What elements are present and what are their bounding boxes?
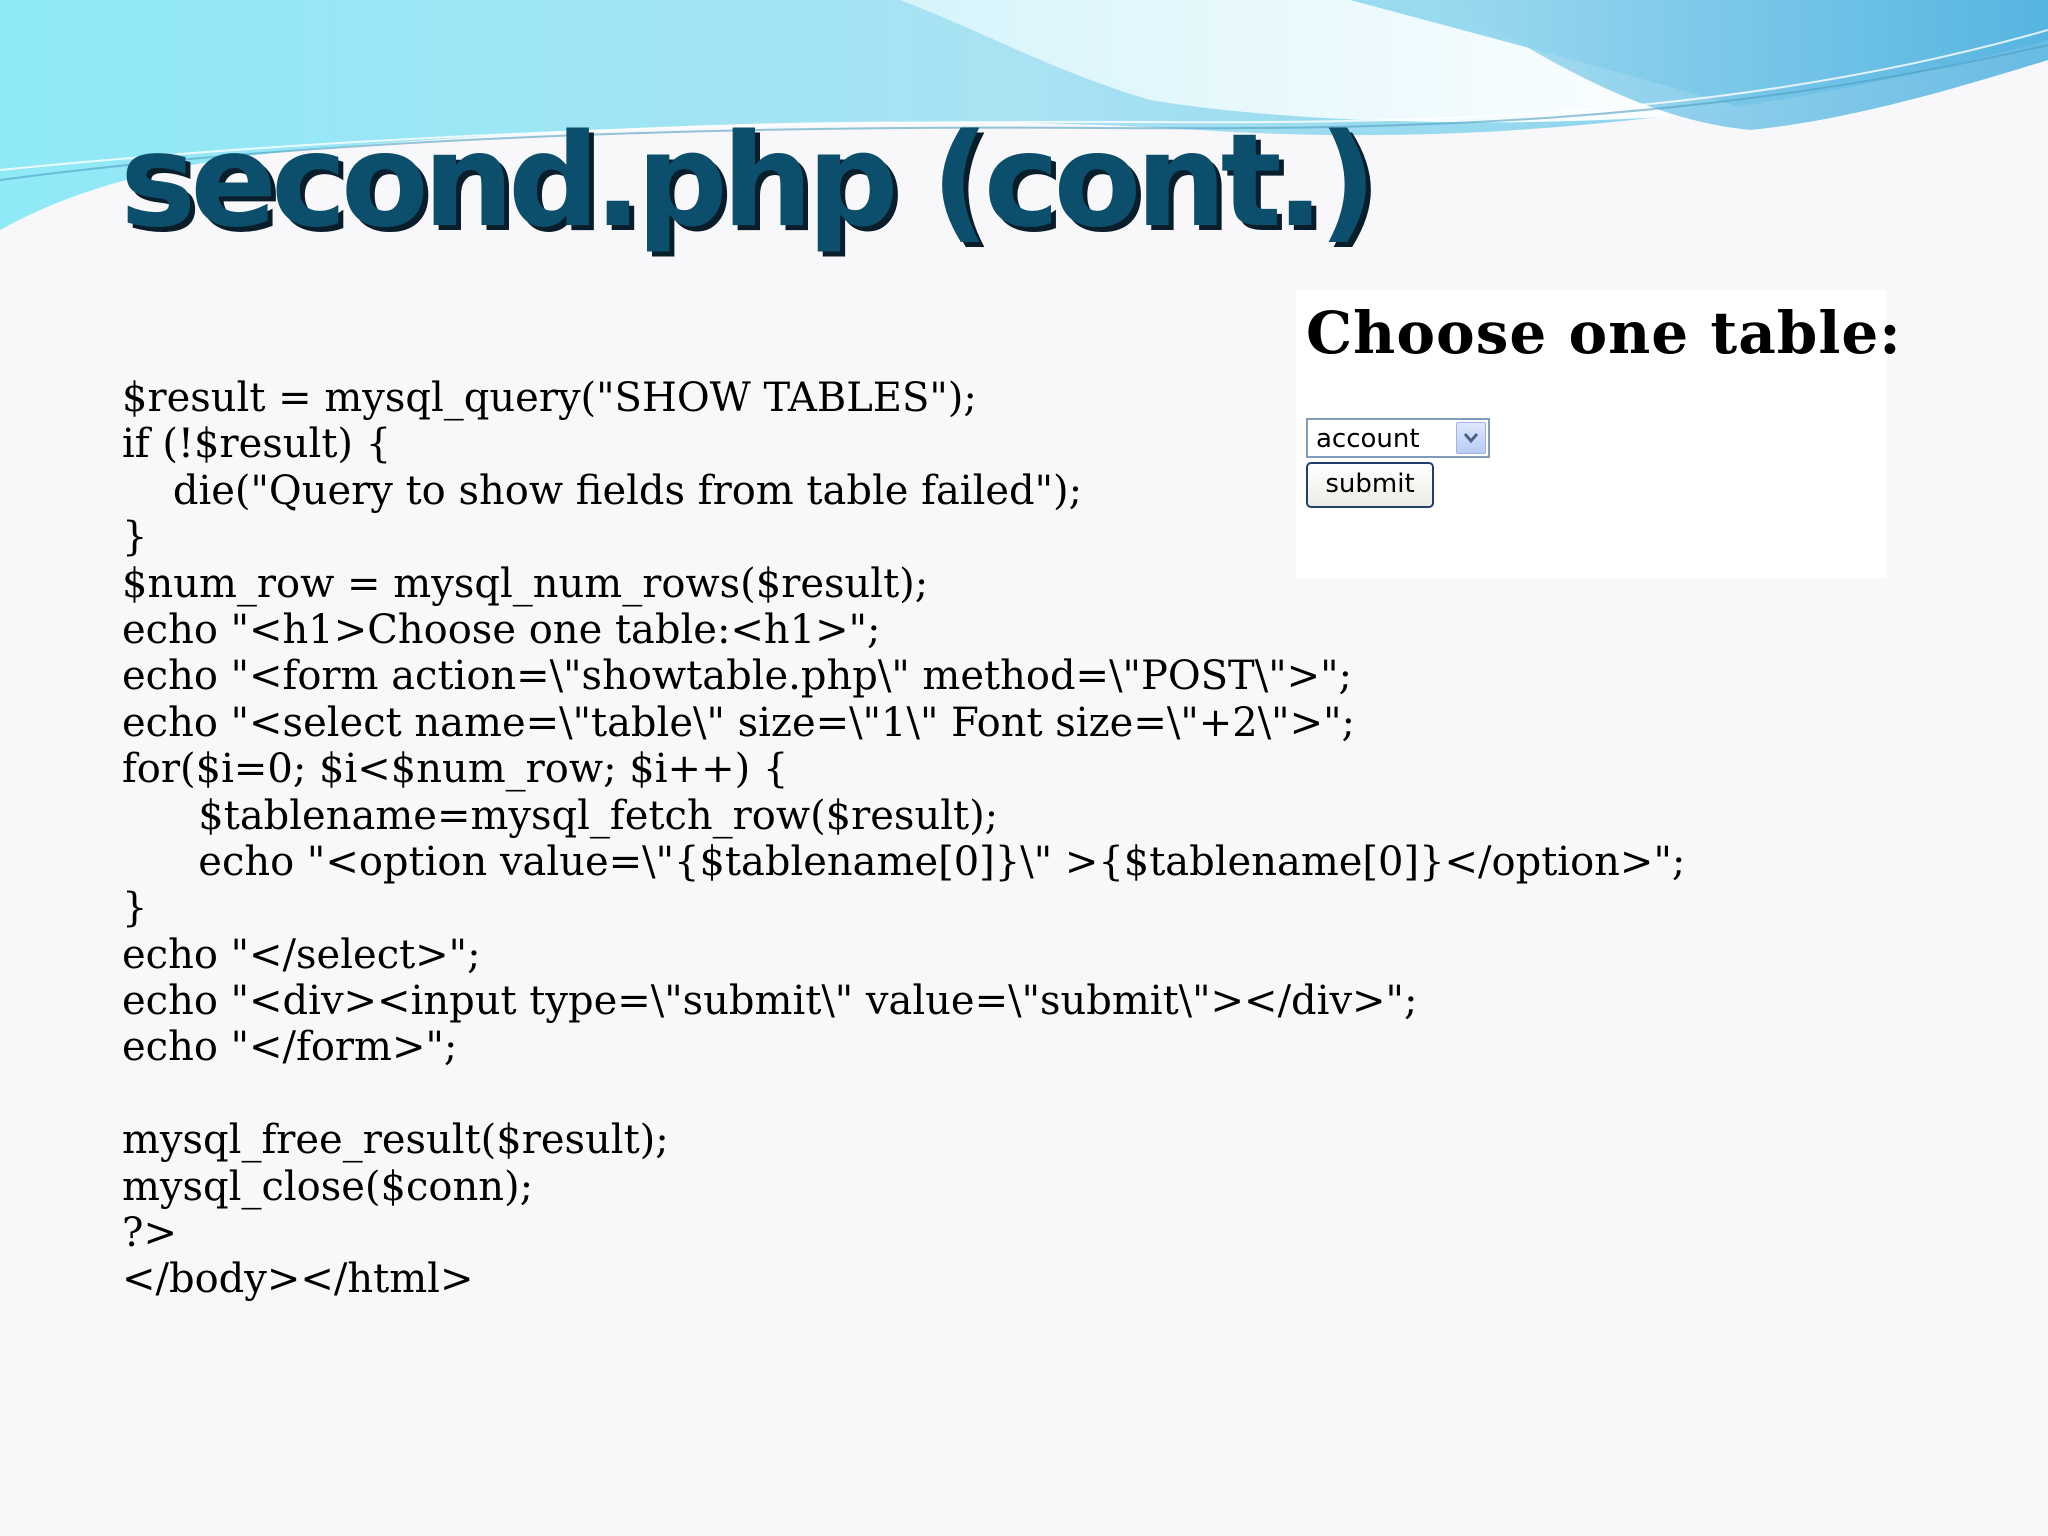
submit-button[interactable]: submit	[1306, 462, 1434, 508]
code-line: echo "<option value=\"{$tablename[0]}\" …	[122, 838, 1686, 885]
code-line: echo "<form action=\"showtable.php\" met…	[122, 653, 1352, 700]
code-line: </body></html>	[122, 1256, 474, 1303]
slide: second.php (cont.) $result = mysql_query…	[0, 0, 2048, 1536]
code-line: ?>	[122, 1210, 177, 1257]
code-line: echo "</form>";	[122, 1024, 458, 1071]
table-select[interactable]: account	[1306, 418, 1490, 458]
slide-title: second.php (cont.)	[120, 107, 1377, 256]
preview-heading: Choose one table:	[1306, 299, 1902, 367]
code-line: echo "</select>";	[122, 931, 481, 978]
code-line: }	[122, 885, 148, 932]
chevron-down-icon	[1463, 433, 1479, 444]
code-line: echo "<select name=\"table\" size=\"1\" …	[122, 699, 1355, 746]
code-line: for($i=0; $i<$num_row; $i++) {	[122, 746, 789, 793]
code-line: echo "<h1>Choose one table:<h1>";	[122, 606, 881, 653]
code-line: echo "<div><input type=\"submit\" value=…	[122, 978, 1418, 1025]
dropdown-button[interactable]	[1456, 422, 1486, 454]
code-line: $tablename=mysql_fetch_row($result);	[122, 792, 999, 839]
table-select-value: account	[1316, 424, 1420, 454]
code-line: mysql_close($conn);	[122, 1163, 534, 1210]
code-line: mysql_free_result($result);	[122, 1117, 669, 1164]
form-preview: Choose one table: account submit	[1296, 290, 1901, 578]
